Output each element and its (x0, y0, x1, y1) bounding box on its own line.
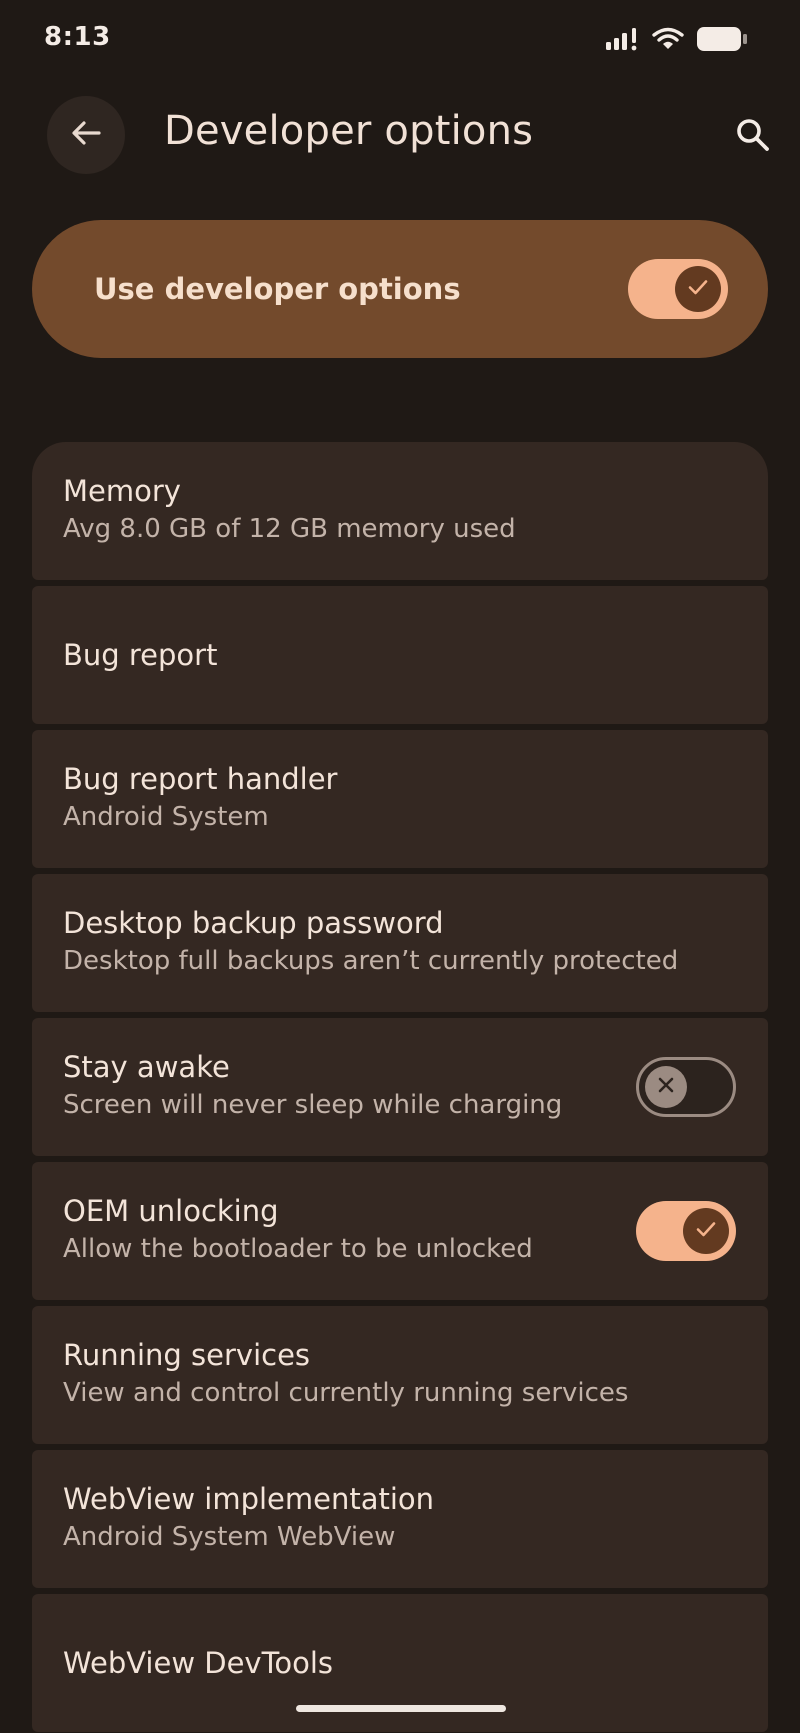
webview-implementation-item[interactable]: WebView implementation Android System We… (32, 1450, 768, 1588)
item-subtitle: Allow the bootloader to be unlocked (63, 1234, 533, 1264)
status-icons (606, 26, 748, 56)
check-icon (687, 276, 709, 302)
signal-icon (606, 27, 640, 55)
switch-knob (645, 1066, 687, 1108)
running-services-item[interactable]: Running services View and control curren… (32, 1306, 768, 1444)
item-title: Memory (63, 474, 181, 508)
arrow-back-icon (69, 116, 103, 154)
item-title: Bug report handler (63, 762, 338, 796)
switch-knob (683, 1208, 729, 1254)
home-indicator[interactable] (296, 1705, 506, 1712)
item-subtitle: Desktop full backups aren’t currently pr… (63, 946, 679, 976)
status-time: 8:13 (44, 22, 111, 52)
switch-knob (675, 266, 721, 312)
back-button[interactable] (47, 96, 125, 174)
item-subtitle: Android System WebView (63, 1522, 396, 1552)
item-subtitle: Android System (63, 802, 269, 832)
oem-unlocking-item[interactable]: OEM unlocking Allow the bootloader to be… (32, 1162, 768, 1300)
item-subtitle: Screen will never sleep while charging (63, 1090, 563, 1120)
battery-icon (696, 26, 748, 56)
page-title: Developer options (164, 108, 534, 154)
status-bar: 8:13 (0, 0, 800, 80)
item-title: Bug report (63, 638, 218, 672)
check-icon (695, 1218, 717, 1244)
search-button[interactable] (728, 112, 778, 162)
item-title: Desktop backup password (63, 906, 444, 940)
use-developer-options-row[interactable]: Use developer options (32, 220, 768, 358)
bug-report-item[interactable]: Bug report (32, 586, 768, 724)
wifi-icon (652, 27, 684, 55)
item-title: WebView DevTools (63, 1646, 334, 1680)
stay-awake-item[interactable]: Stay awake Screen will never sleep while… (32, 1018, 768, 1156)
item-subtitle: Avg 8.0 GB of 12 GB memory used (63, 514, 516, 544)
search-icon (735, 117, 771, 157)
use-developer-options-switch[interactable] (628, 259, 728, 319)
item-title: Running services (63, 1338, 311, 1372)
use-developer-options-label: Use developer options (94, 272, 461, 306)
stay-awake-switch[interactable] (636, 1057, 736, 1117)
item-subtitle: View and control currently running servi… (63, 1378, 629, 1408)
item-title: Stay awake (63, 1050, 230, 1084)
item-title: OEM unlocking (63, 1194, 279, 1228)
oem-unlocking-switch[interactable] (636, 1201, 736, 1261)
bug-report-handler-item[interactable]: Bug report handler Android System (32, 730, 768, 868)
desktop-backup-password-item[interactable]: Desktop backup password Desktop full bac… (32, 874, 768, 1012)
close-icon (656, 1075, 676, 1099)
memory-item[interactable]: Memory Avg 8.0 GB of 12 GB memory used (32, 442, 768, 580)
item-title: WebView implementation (63, 1482, 435, 1516)
